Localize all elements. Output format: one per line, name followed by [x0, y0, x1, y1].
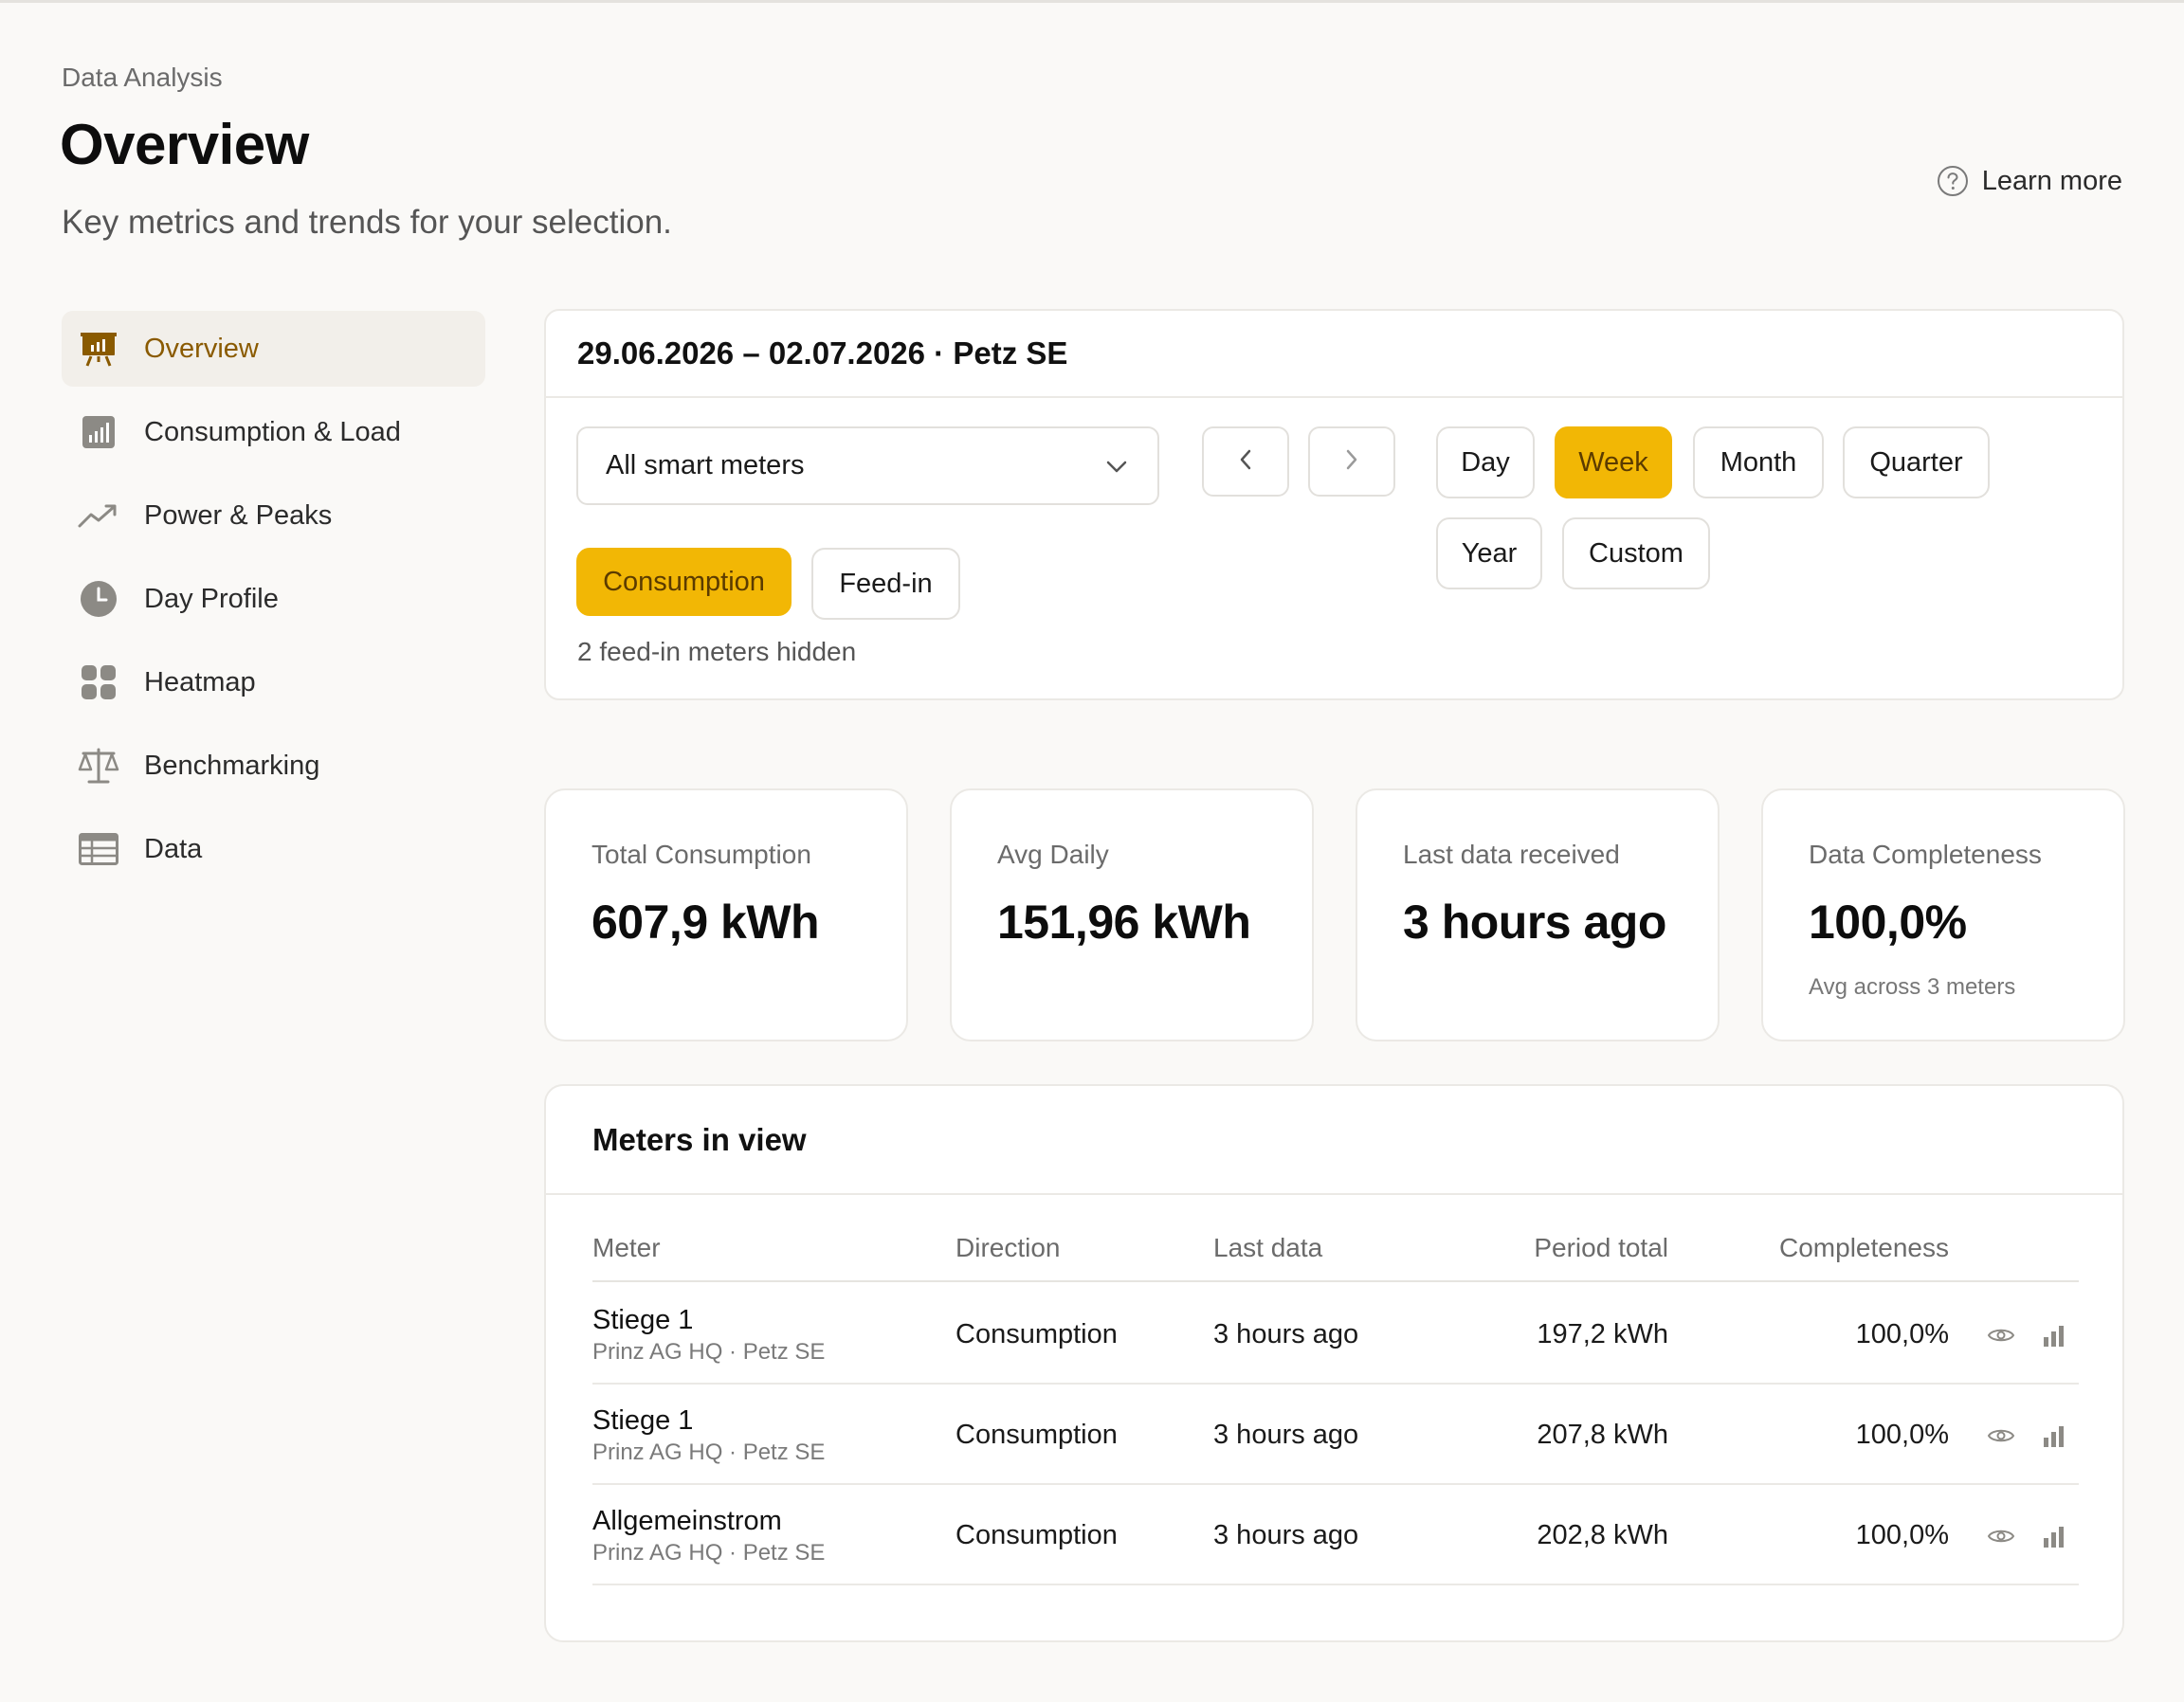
period-year-button[interactable]: Year [1436, 517, 1542, 589]
meter-last-data: 3 hours ago [1213, 1520, 1359, 1550]
eye-icon[interactable] [1986, 1320, 2016, 1350]
filter-card: 29.06.2026 – 02.07.2026 · Petz SE All sm… [544, 309, 2124, 700]
kpi-value: 3 hours ago [1403, 896, 1666, 949]
kpi-card-avg-daily: Avg Daily 151,96 kWh [950, 788, 1314, 1041]
meter-period-total: 197,2 kWh [1537, 1319, 1668, 1349]
meter-period-total: 207,8 kWh [1537, 1420, 1668, 1450]
kpi-label: Avg Daily [997, 840, 1109, 869]
meter-direction: Consumption [956, 1520, 1118, 1550]
meter-completeness: 100,0% [1855, 1420, 1949, 1450]
sidebar-item-data[interactable]: Data [62, 811, 485, 887]
period-quarter-button[interactable]: Quarter [1843, 426, 1990, 498]
trending-up-icon [78, 495, 119, 536]
clock-icon [78, 578, 119, 620]
sidebar-item-label: Overview [144, 333, 259, 364]
table-row[interactable]: Allgemeinstrom Prinz AG HQ · Petz SE Con… [592, 1485, 2079, 1585]
top-border [0, 0, 2184, 3]
meter-location: Prinz AG HQ · Petz SE [592, 1339, 826, 1365]
learn-more-label: Learn more [1981, 165, 2122, 196]
meter-location: Prinz AG HQ · Petz SE [592, 1439, 826, 1465]
period-day-button[interactable]: Day [1436, 426, 1535, 498]
learn-more-link[interactable]: Learn more [1937, 165, 2122, 197]
grid-icon [78, 661, 119, 703]
scale-icon [78, 745, 119, 787]
chevron-down-icon [1106, 450, 1127, 481]
kpi-value: 151,96 kWh [997, 896, 1251, 949]
sidebar-item-day-profile[interactable]: Day Profile [62, 561, 485, 637]
kpi-card-total-consumption: Total Consumption 607,9 kWh [544, 788, 908, 1041]
kpi-value: 100,0% [1809, 896, 1967, 949]
meter-direction: Consumption [956, 1420, 1118, 1450]
meter-completeness: 100,0% [1855, 1520, 1949, 1550]
meter-location: Prinz AG HQ · Petz SE [592, 1540, 826, 1566]
sidebar-item-label: Power & Peaks [144, 499, 333, 531]
direction-feed-in-button[interactable]: Feed-in [811, 548, 960, 620]
chevron-right-icon [1345, 449, 1358, 475]
sidebar-item-heatmap[interactable]: Heatmap [62, 644, 485, 720]
table-row[interactable]: Stiege 1 Prinz AG HQ · Petz SE Consumpti… [592, 1385, 2079, 1485]
sidebar-item-benchmarking[interactable]: Benchmarking [62, 728, 485, 804]
column-header-last-data: Last data [1213, 1233, 1323, 1262]
sidebar-item-label: Benchmarking [144, 750, 320, 781]
date-range-title: 29.06.2026 – 02.07.2026 · Petz SE [546, 311, 2122, 398]
sidebar-item-power-peaks[interactable]: Power & Peaks [62, 478, 485, 553]
sidebar-item-label: Heatmap [144, 666, 256, 697]
period-custom-button[interactable]: Custom [1562, 517, 1710, 589]
help-circle-icon [1937, 165, 1969, 197]
meter-last-data: 3 hours ago [1213, 1319, 1359, 1349]
chevron-left-icon [1239, 449, 1252, 475]
bar-chart-icon [78, 411, 119, 453]
eye-icon[interactable] [1986, 1521, 2016, 1551]
column-header-completeness: Completeness [1779, 1233, 1949, 1262]
direction-consumption-button[interactable]: Consumption [576, 548, 792, 616]
eye-icon[interactable] [1986, 1421, 2016, 1451]
sidebar-item-label: Day Profile [144, 583, 279, 614]
next-period-button[interactable] [1308, 426, 1395, 497]
breadcrumb: Data Analysis [62, 63, 223, 92]
previous-period-button[interactable] [1202, 426, 1289, 497]
column-header-period-total: Period total [1534, 1233, 1668, 1262]
meters-table-card: Meters in view Meter Direction Last data… [544, 1084, 2124, 1642]
sidebar-nav: Overview Consumption & Load Power & Peak… [62, 311, 485, 895]
hidden-meters-note: 2 feed-in meters hidden [577, 637, 857, 666]
bar-chart-icon[interactable] [2039, 1421, 2069, 1451]
kpi-card-last-data: Last data received 3 hours ago [1356, 788, 1720, 1041]
period-week-button[interactable]: Week [1555, 426, 1672, 498]
table-row[interactable]: Stiege 1 Prinz AG HQ · Petz SE Consumpti… [592, 1284, 2079, 1385]
sidebar-item-consumption-load[interactable]: Consumption & Load [62, 394, 485, 470]
column-header-direction: Direction [956, 1233, 1061, 1262]
meter-select-value: All smart meters [606, 450, 805, 480]
table-header: Meter Direction Last data Period total C… [592, 1233, 2079, 1282]
kpi-value: 607,9 kWh [592, 896, 820, 949]
bar-chart-icon[interactable] [2039, 1521, 2069, 1551]
sidebar-item-label: Data [144, 833, 203, 864]
sidebar-item-overview[interactable]: Overview [62, 311, 485, 387]
page-subtitle: Key metrics and trends for your selectio… [62, 204, 672, 241]
meter-name: Stiege 1 [592, 1405, 694, 1436]
period-month-button[interactable]: Month [1693, 426, 1824, 498]
kpi-label: Total Consumption [592, 840, 811, 869]
table-icon [78, 828, 119, 870]
meter-last-data: 3 hours ago [1213, 1420, 1359, 1450]
meter-select[interactable]: All smart meters [576, 426, 1159, 505]
meter-completeness: 100,0% [1855, 1319, 1949, 1349]
meters-title: Meters in view [546, 1086, 2122, 1195]
kpi-label: Data Completeness [1809, 840, 2042, 869]
meter-name: Stiege 1 [592, 1305, 694, 1335]
presentation-chart-icon [78, 328, 119, 370]
meter-name: Allgemeinstrom [592, 1506, 782, 1536]
kpi-card-data-completeness: Data Completeness 100,0% Avg across 3 me… [1761, 788, 2125, 1041]
bar-chart-icon[interactable] [2039, 1320, 2069, 1350]
meter-period-total: 202,8 kWh [1537, 1520, 1668, 1550]
page-title: Overview [60, 113, 309, 176]
sidebar-item-label: Consumption & Load [144, 416, 401, 447]
kpi-subtext: Avg across 3 meters [1809, 974, 2016, 1000]
column-header-meter: Meter [592, 1233, 661, 1262]
meter-direction: Consumption [956, 1319, 1118, 1349]
kpi-label: Last data received [1403, 840, 1620, 869]
